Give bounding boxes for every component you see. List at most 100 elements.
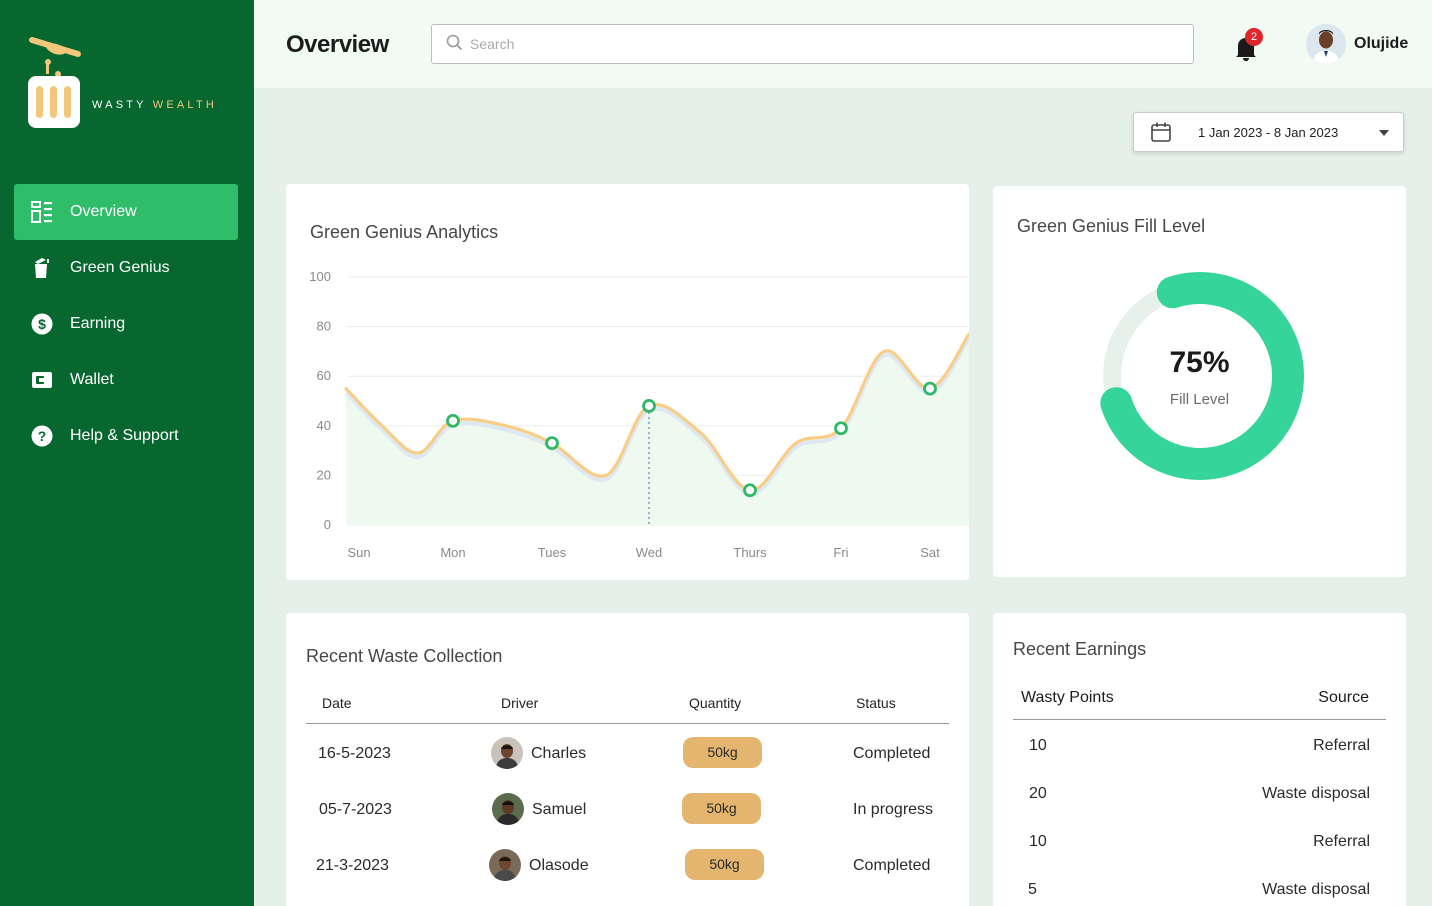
- brand-logo[interactable]: [26, 34, 236, 134]
- data-point: [743, 483, 757, 498]
- calendar-icon: [1150, 121, 1172, 148]
- y-tick-label: 80: [317, 319, 331, 334]
- data-point: [834, 421, 848, 436]
- column-header-quantity: Quantity: [689, 695, 742, 711]
- wallet-icon: [30, 368, 54, 392]
- waste-collection-card: Recent Waste Collection Date Driver Quan…: [286, 613, 969, 906]
- sidebar-item-green-genius[interactable]: Green Genius: [14, 240, 238, 296]
- column-header-points: Wasty Points: [1021, 689, 1114, 706]
- y-tick-label: 20: [317, 467, 331, 482]
- driver-avatar-icon: [492, 793, 524, 825]
- sidebar-item-wallet[interactable]: Wallet: [14, 352, 238, 408]
- quantity-badge: 50kg: [685, 849, 764, 880]
- x-tick-label: Thurs: [733, 545, 767, 560]
- svg-text:$: $: [38, 316, 46, 332]
- search-bar[interactable]: [431, 24, 1194, 64]
- fill-level-label: Fill Level: [1169, 391, 1230, 408]
- fill-level-donut: [1100, 272, 1304, 480]
- x-tick-label: Mon: [440, 545, 465, 560]
- y-tick-label: 0: [324, 517, 331, 532]
- y-tick-label: 40: [317, 418, 331, 433]
- earnings-title: Recent Earnings: [1013, 639, 1147, 659]
- brand-name-part2: WEALTH: [152, 99, 218, 111]
- driver-avatar-icon: [491, 737, 523, 769]
- column-header-driver: Driver: [501, 695, 539, 711]
- driver-avatar: [489, 849, 521, 881]
- data-point: [545, 436, 559, 451]
- svg-text:?: ?: [38, 428, 47, 444]
- row-status: Completed: [853, 745, 931, 762]
- table-divider: [306, 723, 949, 724]
- x-tick-label: Sun: [347, 545, 370, 560]
- row-source: Waste disposal: [1262, 881, 1370, 898]
- driver-avatar: [492, 793, 524, 825]
- sidebar-item-label: Earning: [70, 315, 126, 332]
- column-header-date: Date: [322, 695, 352, 711]
- y-tick-label: 60: [317, 368, 331, 383]
- analytics-line-chart: 0 20 40 60 80 100 Sun Mon Tues Wed Thurs Fri Sat: [309, 269, 969, 560]
- x-tick-label: Tues: [538, 545, 567, 560]
- row-date: 21-3-2023: [316, 857, 389, 874]
- page-title: Overview: [286, 31, 389, 58]
- fill-level-card: Green Genius Fill Level 75% Fill Level: [993, 186, 1406, 577]
- bin-icon: [30, 256, 54, 280]
- row-date: 16-5-2023: [318, 745, 391, 762]
- y-tick-label: 100: [309, 269, 331, 284]
- row-status: Completed: [853, 857, 931, 874]
- avatar[interactable]: [1306, 24, 1346, 64]
- row-points: 5: [1028, 881, 1037, 898]
- x-tick-label: Wed: [636, 545, 663, 560]
- sidebar-nav: Overview Green Genius $ Earning Wallet ?…: [14, 184, 238, 464]
- row-points: 10: [1029, 833, 1047, 850]
- column-header-source: Source: [1318, 689, 1369, 706]
- quantity-badge: 50kg: [683, 737, 762, 768]
- column-header-status: Status: [856, 695, 896, 711]
- date-range-label: 1 Jan 2023 - 8 Jan 2023: [1198, 125, 1339, 140]
- chevron-down-icon: [1379, 130, 1389, 136]
- data-point: [642, 399, 656, 413]
- driver-avatar: [491, 737, 523, 769]
- sidebar-item-overview[interactable]: Overview: [14, 184, 238, 240]
- quantity-badge: 50kg: [682, 793, 761, 824]
- search-icon: [446, 34, 462, 55]
- fill-level-percent: 75%: [1169, 346, 1230, 379]
- row-source: Referral: [1313, 833, 1370, 850]
- row-source: Referral: [1313, 737, 1370, 754]
- wasty-wealth-logo-icon: [28, 37, 81, 128]
- sidebar-item-label: Green Genius: [70, 259, 170, 276]
- x-tick-label: Fri: [833, 545, 848, 560]
- data-point: [446, 413, 460, 428]
- driver-avatar-icon: [489, 849, 521, 881]
- top-header: Overview 2 Olujide: [254, 0, 1432, 88]
- dollar-icon: $: [30, 312, 54, 336]
- x-tick-label: Sat: [920, 545, 940, 560]
- row-points: 10: [1029, 737, 1047, 754]
- dashboard-icon: [30, 200, 54, 224]
- waste-title: Recent Waste Collection: [306, 646, 503, 666]
- analytics-card: Green Genius Analytics 0 20 40 60 80 100 Sun Mo…: [286, 184, 969, 580]
- user-name[interactable]: Olujide: [1354, 35, 1408, 53]
- help-icon: ?: [30, 424, 54, 448]
- earnings-card: Recent Earnings Wasty Points Source 10 R…: [993, 613, 1406, 906]
- search-input[interactable]: [470, 36, 1150, 52]
- sidebar-item-label: Wallet: [70, 371, 114, 388]
- brand-name: WASTY WEALTH: [92, 99, 217, 111]
- data-point: [923, 381, 937, 396]
- row-points: 20: [1029, 785, 1047, 802]
- sidebar-item-label: Overview: [70, 203, 137, 220]
- date-range-picker[interactable]: 1 Jan 2023 - 8 Jan 2023: [1133, 112, 1404, 152]
- row-driver: Samuel: [532, 801, 587, 818]
- sidebar-item-earning[interactable]: $ Earning: [14, 296, 238, 352]
- row-status: In progress: [853, 801, 934, 818]
- notification-badge: 2: [1245, 28, 1263, 46]
- row-driver: Charles: [531, 745, 587, 762]
- sidebar-item-help-support[interactable]: ? Help & Support: [14, 408, 238, 464]
- sidebar-item-label: Help & Support: [70, 427, 179, 444]
- sidebar: WASTY WEALTH Overview Green Genius $ Ear…: [0, 0, 254, 906]
- row-date: 05-7-2023: [319, 801, 392, 818]
- table-divider: [1013, 719, 1386, 720]
- row-source: Waste disposal: [1262, 785, 1370, 802]
- row-driver: Olasode: [529, 857, 589, 874]
- brand-name-part1: WASTY: [92, 99, 147, 111]
- user-avatar-icon: [1306, 24, 1346, 64]
